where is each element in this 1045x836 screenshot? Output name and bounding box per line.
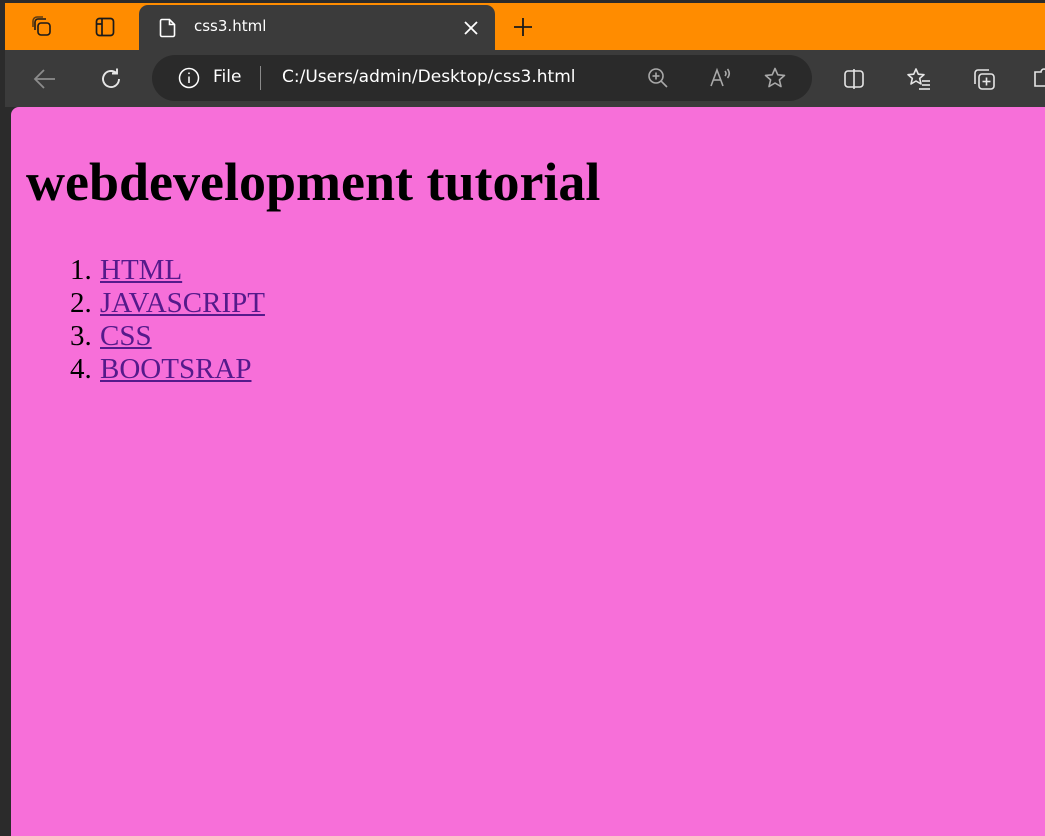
read-aloud-icon[interactable] bbox=[708, 66, 732, 90]
link-css[interactable]: CSS bbox=[100, 320, 152, 352]
browser-window: css3.html File C:/Users/admin/Desktop/cs… bbox=[0, 0, 1045, 836]
back-arrow-icon[interactable] bbox=[32, 66, 58, 92]
info-icon[interactable] bbox=[178, 67, 200, 89]
split-screen-icon[interactable] bbox=[841, 66, 867, 92]
address-divider bbox=[260, 66, 261, 90]
list-item: HTML bbox=[99, 254, 265, 287]
list-item: CSS bbox=[99, 320, 265, 353]
address-bar[interactable]: File C:/Users/admin/Desktop/css3.html bbox=[152, 55, 812, 101]
star-icon[interactable] bbox=[763, 66, 787, 90]
collections-icon[interactable] bbox=[971, 66, 997, 92]
browser-toolbar: File C:/Users/admin/Desktop/css3.html bbox=[5, 50, 1045, 107]
url-text[interactable]: C:/Users/admin/Desktop/css3.html bbox=[282, 67, 576, 87]
link-html[interactable]: HTML bbox=[100, 254, 182, 286]
scheme-label[interactable]: File bbox=[213, 67, 241, 87]
tutorial-list: HTML JAVASCRIPT CSS BOOTSRAP bbox=[99, 254, 265, 386]
close-icon[interactable] bbox=[461, 18, 481, 38]
favorites-icon[interactable] bbox=[906, 66, 932, 92]
tab-strip: css3.html bbox=[5, 3, 1045, 50]
page-file-icon bbox=[159, 18, 177, 38]
extension-icon[interactable] bbox=[1031, 66, 1045, 92]
refresh-icon[interactable] bbox=[98, 66, 124, 92]
tab-title: css3.html bbox=[194, 17, 267, 35]
link-javascript[interactable]: JAVASCRIPT bbox=[100, 287, 265, 319]
page-viewport: webdevelopment tutorial HTML JAVASCRIPT … bbox=[11, 107, 1045, 836]
list-item: BOOTSRAP bbox=[99, 353, 265, 386]
zoom-in-icon[interactable] bbox=[646, 66, 670, 90]
plus-icon[interactable] bbox=[511, 15, 535, 39]
page-heading: webdevelopment tutorial bbox=[26, 152, 601, 212]
workspaces-icon[interactable] bbox=[30, 15, 54, 39]
tab-css3[interactable]: css3.html bbox=[139, 5, 495, 50]
list-item: JAVASCRIPT bbox=[99, 287, 265, 320]
link-bootsrap[interactable]: BOOTSRAP bbox=[100, 353, 252, 385]
tab-actions-icon[interactable] bbox=[93, 15, 117, 39]
